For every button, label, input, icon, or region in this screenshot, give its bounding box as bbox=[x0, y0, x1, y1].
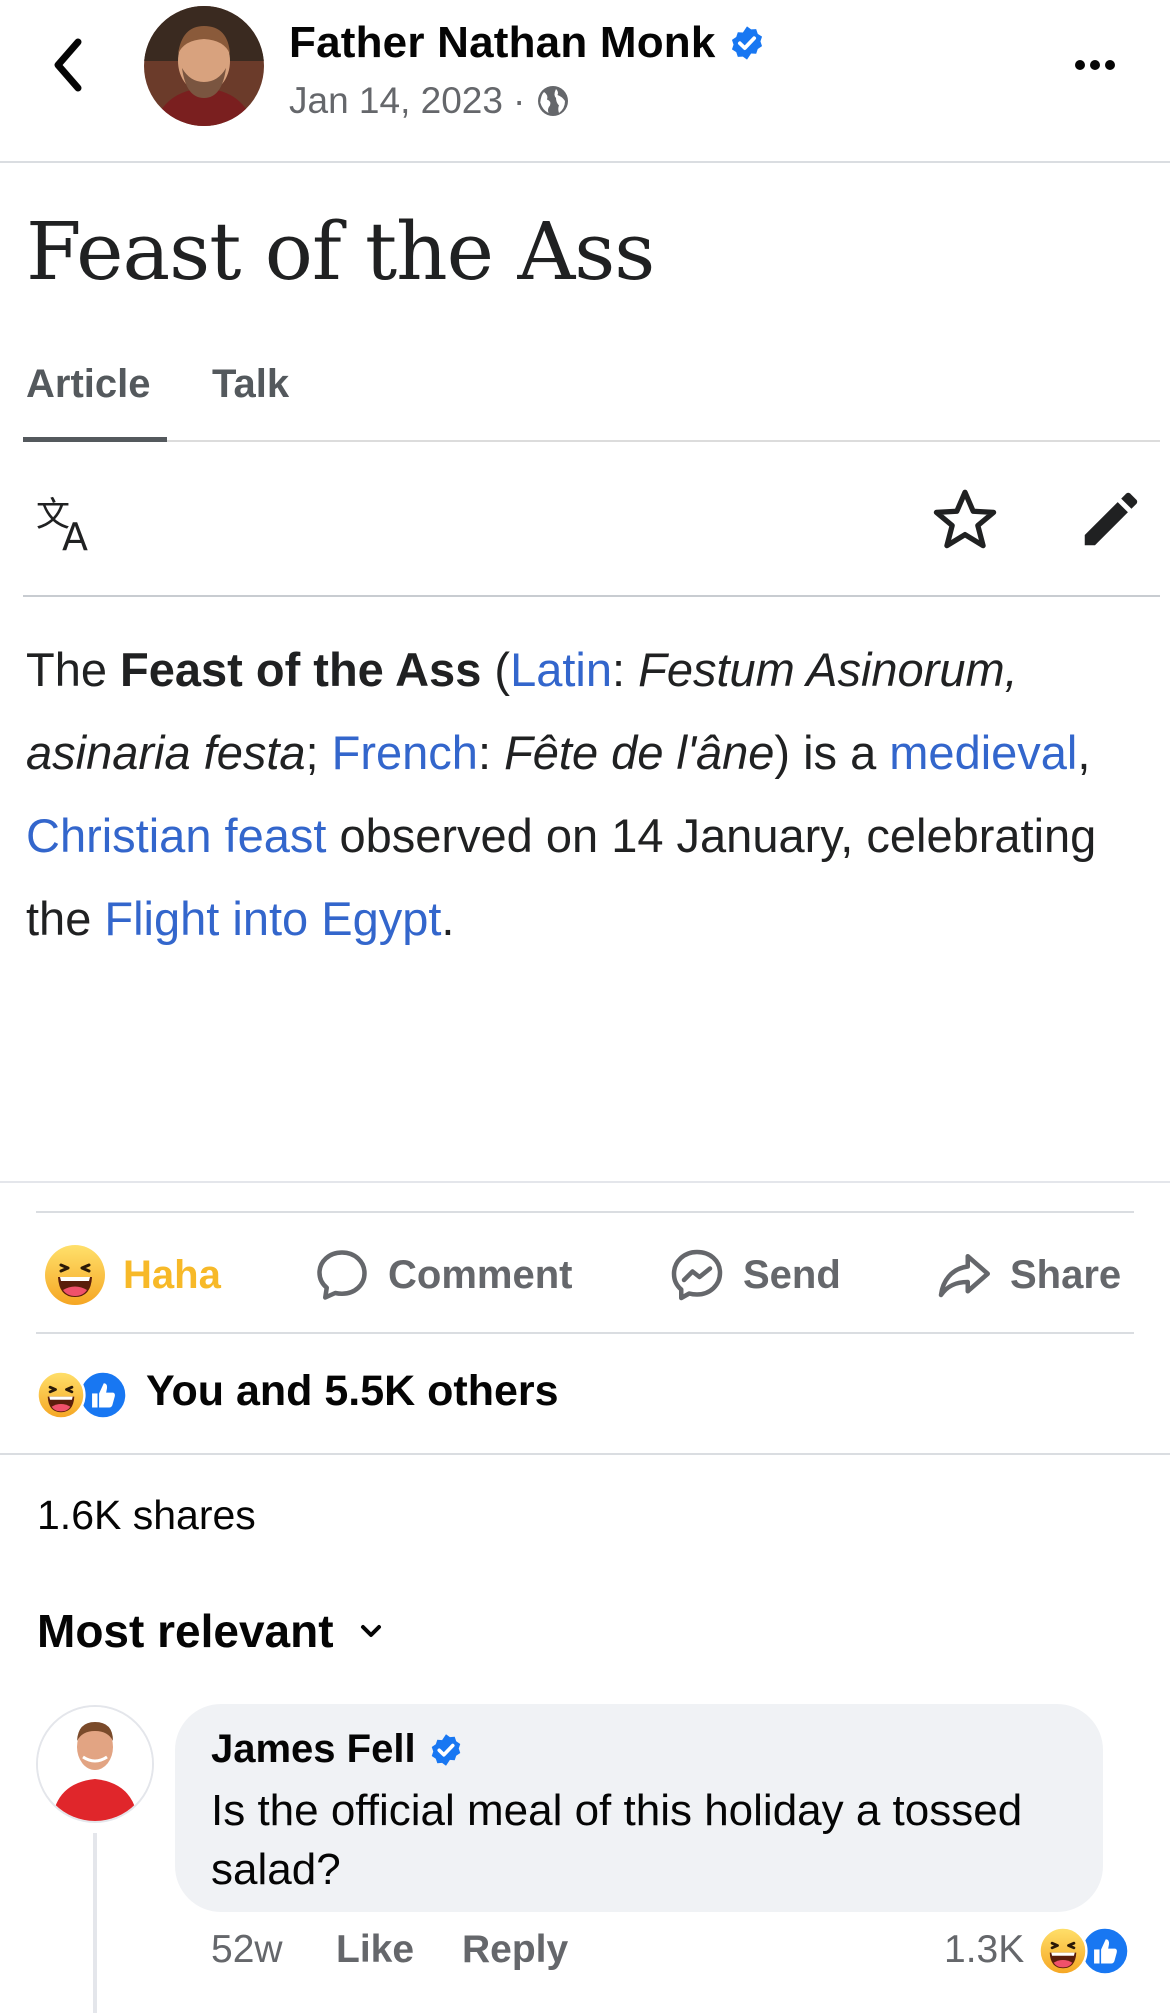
link-french: French bbox=[331, 726, 478, 779]
wiki-article-text: The Feast of the Ass (Latin: Festum Asin… bbox=[26, 643, 1097, 945]
comment-text: Is the official meal of this holiday a t… bbox=[211, 1786, 1023, 1894]
chevron-down-icon bbox=[360, 1625, 381, 1637]
reaction-icons[interactable] bbox=[36, 1365, 128, 1425]
reactions-divider bbox=[0, 1453, 1170, 1455]
share-arrow-icon bbox=[938, 1254, 990, 1298]
verified-badge-icon bbox=[431, 1733, 460, 1766]
actions-bottom-divider bbox=[36, 1332, 1134, 1334]
shares-count[interactable]: 1.6K shares bbox=[37, 1492, 256, 1539]
comment-reply-button[interactable]: Reply bbox=[462, 1928, 568, 1972]
back-icon bbox=[54, 38, 82, 92]
actions-top-divider bbox=[36, 1211, 1134, 1213]
tab-article: Article bbox=[26, 362, 151, 406]
translate-icon: 文 A bbox=[34, 488, 104, 559]
link-medieval: medieval bbox=[889, 726, 1078, 779]
comment-age[interactable]: 52w bbox=[211, 1928, 283, 1972]
header-divider bbox=[0, 161, 1170, 163]
bold-term: Feast of the Ass bbox=[120, 643, 482, 696]
post-meta: Jan 14, 2023 · bbox=[289, 80, 571, 122]
link-christian-feast: Christian feast bbox=[26, 809, 327, 862]
share-button[interactable]: Share bbox=[934, 1240, 1121, 1310]
sort-label: Most relevant bbox=[37, 1605, 334, 1657]
haha-emoji-icon bbox=[45, 1245, 105, 1305]
globe-icon bbox=[538, 86, 569, 116]
back-button[interactable] bbox=[44, 30, 94, 100]
commenter-avatar[interactable] bbox=[36, 1705, 154, 1823]
haha-reaction-button[interactable]: Haha bbox=[43, 1240, 221, 1310]
send-label: Send bbox=[743, 1252, 841, 1297]
more-options-button[interactable] bbox=[1070, 50, 1130, 80]
comment-author[interactable]: James Fell bbox=[211, 1727, 464, 1772]
haha-label: Haha bbox=[123, 1252, 221, 1297]
verified-badge-icon bbox=[731, 26, 762, 60]
comment-reaction-count[interactable]: 1.3K bbox=[944, 1928, 1024, 1972]
edit-pencil-icon bbox=[1076, 484, 1146, 554]
link-flight-into-egypt: Flight into Egypt bbox=[104, 892, 442, 945]
link-latin: Latin bbox=[510, 643, 612, 696]
share-label: Share bbox=[1010, 1252, 1122, 1297]
comment-reaction-icons[interactable] bbox=[1038, 1923, 1130, 1979]
post-author[interactable]: Father Nathan Monk bbox=[289, 18, 766, 68]
haha-emoji-icon bbox=[1038, 1926, 1088, 1976]
star-icon bbox=[930, 485, 1000, 555]
tab-divider bbox=[23, 440, 1160, 442]
wiki-article-title: Feast of the Ass bbox=[26, 205, 655, 298]
comment-thread-line bbox=[93, 1833, 97, 2013]
messenger-icon bbox=[671, 1249, 723, 1301]
haha-emoji-icon bbox=[36, 1370, 86, 1420]
toolbar-divider bbox=[23, 595, 1160, 597]
image-bottom-divider bbox=[0, 1181, 1170, 1183]
send-button[interactable]: Send bbox=[667, 1240, 841, 1310]
svg-text:A: A bbox=[62, 515, 88, 558]
comment-label: Comment bbox=[388, 1252, 573, 1297]
author-avatar[interactable] bbox=[144, 6, 264, 126]
author-name[interactable]: Father Nathan Monk bbox=[289, 18, 716, 68]
post-date[interactable]: Jan 14, 2023 bbox=[289, 80, 503, 122]
comment-like-button[interactable]: Like bbox=[336, 1928, 414, 1972]
commenter-name[interactable]: James Fell bbox=[211, 1727, 416, 1772]
comment-sort-dropdown[interactable]: Most relevant bbox=[37, 1604, 386, 1658]
more-icon bbox=[1075, 60, 1115, 70]
active-tab-indicator bbox=[23, 437, 167, 442]
comment-icon bbox=[317, 1250, 367, 1300]
comment-button[interactable]: Comment bbox=[312, 1240, 572, 1310]
tab-talk: Talk bbox=[212, 362, 290, 406]
reactions-summary[interactable]: You and 5.5K others bbox=[146, 1367, 559, 1416]
meta-separator: · bbox=[512, 80, 526, 121]
